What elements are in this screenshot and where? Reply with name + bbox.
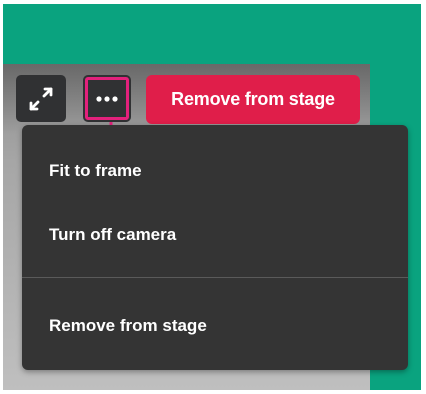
menu-divider	[22, 277, 408, 278]
menu-item-label: Remove from stage	[49, 316, 207, 335]
remove-from-stage-label: Remove from stage	[171, 89, 335, 109]
expand-arrows-icon	[29, 87, 53, 110]
remove-from-stage-button[interactable]: Remove from stage	[146, 75, 360, 124]
menu-item-turn-off-camera[interactable]: Turn off camera	[22, 215, 408, 255]
menu-item-label: Fit to frame	[49, 161, 142, 180]
menu-item-label: Turn off camera	[49, 225, 177, 244]
menu-item-remove-from-stage[interactable]: Remove from stage	[22, 306, 408, 346]
fullscreen-button[interactable]	[16, 75, 66, 122]
more-options-menu: Fit to frame Turn off camera Remove from…	[22, 125, 408, 370]
menu-item-fit-to-frame[interactable]: Fit to frame	[22, 151, 408, 191]
ellipsis-icon	[96, 95, 118, 102]
more-options-button[interactable]	[83, 75, 131, 122]
